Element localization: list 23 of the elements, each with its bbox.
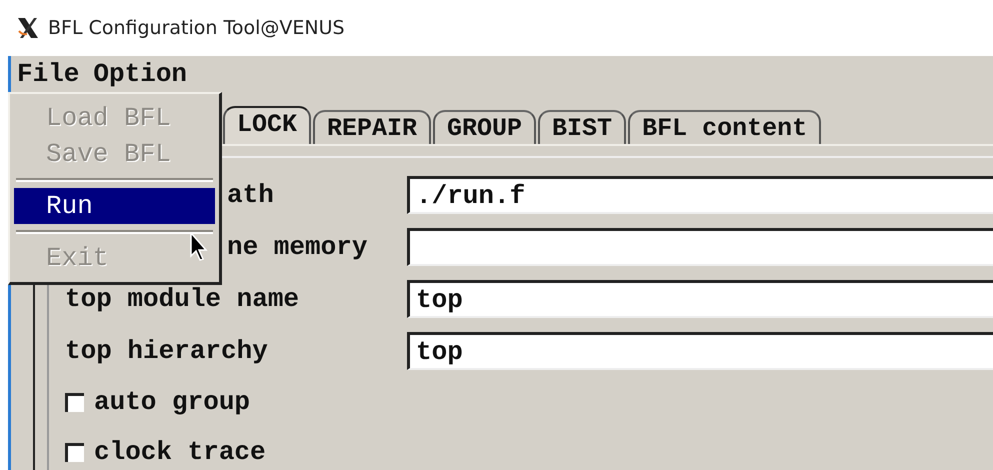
checkbox-label: auto group: [94, 387, 250, 417]
tab[interactable]: BIST: [538, 110, 626, 144]
input-field[interactable]: top: [407, 332, 993, 370]
tab[interactable]: GROUP: [433, 110, 536, 144]
field-label: ath: [227, 180, 274, 210]
checkbox[interactable]: [65, 392, 84, 412]
input-field[interactable]: [407, 228, 993, 266]
tab[interactable]: BFL content: [628, 110, 822, 144]
tab[interactable]: REPAIR: [313, 110, 432, 144]
field-label: top module name: [65, 284, 300, 314]
menu-title[interactable]: File: [11, 57, 86, 91]
tab[interactable]: LOCK: [223, 106, 312, 144]
x-logo-icon: [16, 17, 40, 39]
input-field[interactable]: ./run.f: [407, 176, 993, 214]
field-label: top hierarchy: [65, 336, 268, 366]
menu-item[interactable]: Run: [14, 188, 215, 224]
checkbox[interactable]: [65, 442, 84, 462]
checkbox-label: clock trace: [94, 437, 266, 467]
cursor-icon: [190, 232, 210, 262]
window-title: BFL Configuration Tool@VENUS: [48, 17, 345, 39]
menu-title[interactable]: Option: [85, 55, 196, 93]
field-label: ne memory: [227, 232, 368, 262]
input-field[interactable]: top: [407, 280, 993, 318]
